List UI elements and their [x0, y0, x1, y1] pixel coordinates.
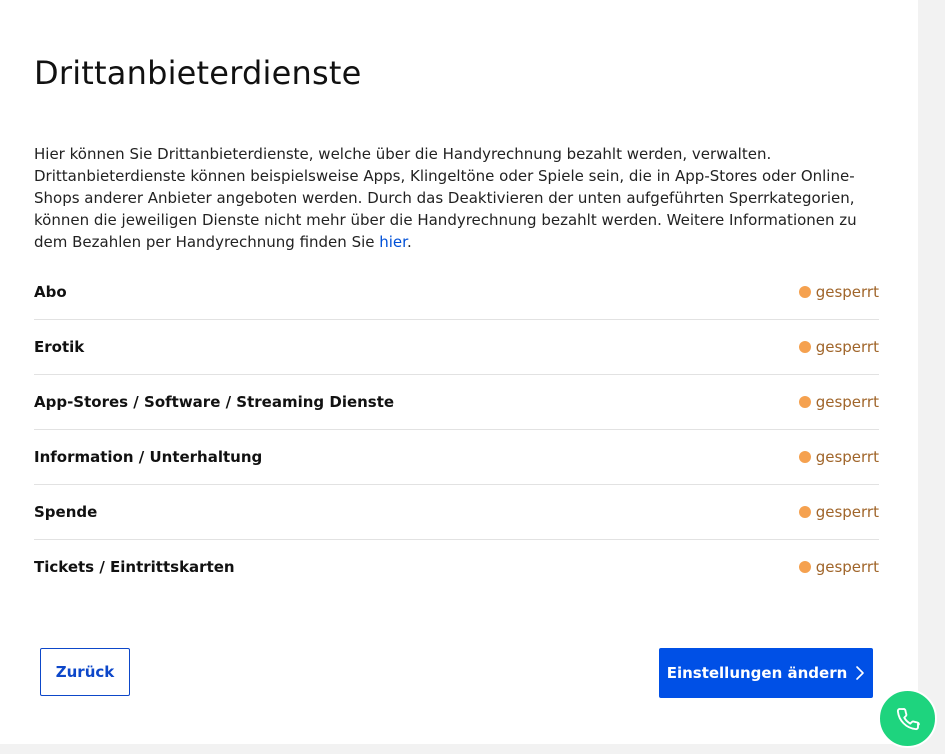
status-dot-icon	[798, 286, 811, 298]
status-dot-icon	[798, 341, 811, 353]
category-label: Tickets / Eintrittskarten	[34, 558, 235, 576]
category-label: Abo	[34, 283, 67, 301]
status-text: gesperrt	[815, 503, 879, 521]
status-text: gesperrt	[815, 448, 879, 466]
chevron-right-icon	[856, 666, 865, 680]
status-dot-icon	[798, 506, 811, 518]
status-badge: gesperrt	[798, 393, 879, 411]
status-badge: gesperrt	[798, 283, 879, 301]
category-label: Erotik	[34, 338, 85, 356]
status-dot-icon	[798, 561, 811, 573]
main-panel: Drittanbieterdienste Hier können Sie Dri…	[0, 0, 918, 744]
back-button[interactable]: Zurück	[40, 648, 130, 696]
category-label: Spende	[34, 503, 98, 521]
status-badge: gesperrt	[798, 448, 879, 466]
category-row-tickets: Tickets / Eintrittskarten gesperrt	[34, 540, 879, 594]
status-dot-icon	[798, 396, 811, 408]
status-badge: gesperrt	[798, 558, 879, 576]
change-settings-button[interactable]: Einstellungen ändern	[659, 648, 873, 698]
intro-end: .	[406, 233, 412, 251]
category-label: Information / Unterhaltung	[34, 448, 263, 466]
phone-icon	[896, 707, 920, 730]
status-text: gesperrt	[815, 393, 879, 411]
status-badge: gesperrt	[798, 503, 879, 521]
intro-paragraph: Hier können Sie Drittanbieterdienste, we…	[34, 143, 884, 253]
status-text: gesperrt	[815, 283, 879, 301]
category-row-abo: Abo gesperrt	[34, 265, 879, 320]
page-title: Drittanbieterdienste	[34, 54, 362, 92]
status-text: gesperrt	[815, 338, 879, 356]
info-link[interactable]: hier	[379, 233, 407, 251]
status-dot-icon	[798, 451, 811, 463]
category-row-information: Information / Unterhaltung gesperrt	[34, 430, 879, 485]
status-text: gesperrt	[815, 558, 879, 576]
category-label: App-Stores / Software / Streaming Dienst…	[34, 393, 395, 411]
category-row-spende: Spende gesperrt	[34, 485, 879, 540]
intro-text: Hier können Sie Drittanbieterdienste, we…	[34, 145, 857, 251]
change-settings-label: Einstellungen ändern	[666, 664, 848, 682]
status-badge: gesperrt	[798, 338, 879, 356]
category-list: Abo gesperrt Erotik gesperrt App-Stores …	[34, 265, 879, 594]
call-button[interactable]	[878, 689, 937, 748]
category-row-app-stores: App-Stores / Software / Streaming Dienst…	[34, 375, 879, 430]
category-row-erotik: Erotik gesperrt	[34, 320, 879, 375]
